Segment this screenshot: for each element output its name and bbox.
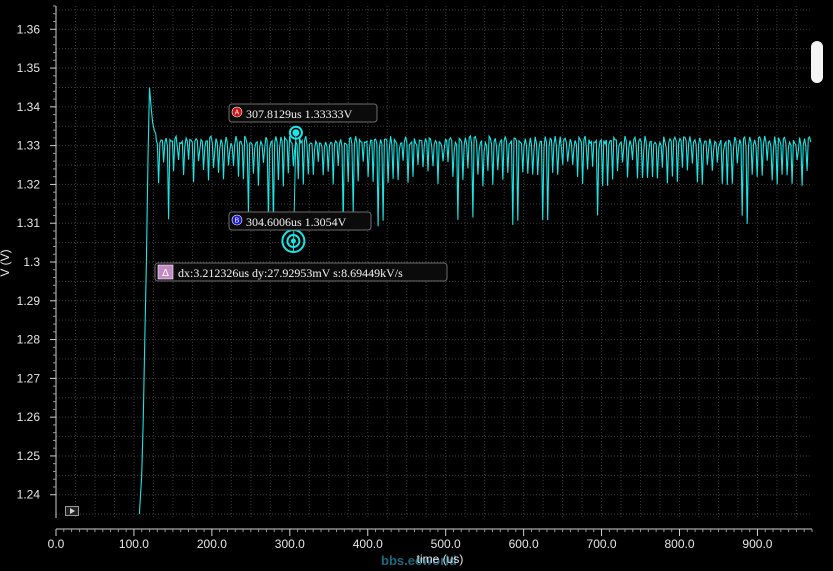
play-button[interactable] bbox=[65, 506, 79, 516]
y-tick-label: 1.26 bbox=[17, 410, 41, 424]
y-tick-label: 1.29 bbox=[17, 294, 41, 308]
chart: 0.0 100.0 200.0 300.0 400.0 500.0 600.0 700.0 80… bbox=[0, 0, 833, 571]
y-tick-label: 1.35 bbox=[17, 61, 41, 75]
y-tick-label: 1.28 bbox=[17, 333, 41, 347]
x-tick-label: 100.0 bbox=[119, 537, 149, 551]
marker-B-badge-letter: B bbox=[235, 218, 240, 225]
x-tick-label: 900.0 bbox=[742, 537, 772, 551]
x-tick-label: 0.0 bbox=[48, 537, 65, 551]
marker-A-badge-letter: A bbox=[235, 110, 240, 117]
x-tick-label: 200.0 bbox=[197, 537, 227, 551]
y-tick-label: 1.27 bbox=[17, 371, 41, 385]
delta-label: dx:3.212326us dy:27.92953mV s:8.69449kV/… bbox=[178, 266, 403, 280]
marker-B-center[interactable] bbox=[290, 238, 296, 244]
marker-A-dot[interactable] bbox=[292, 129, 300, 137]
x-tick-label: 600.0 bbox=[509, 537, 539, 551]
delta-symbol: Δ bbox=[162, 268, 169, 279]
x-tick-label: 500.0 bbox=[431, 537, 461, 551]
x-tick-label: 400.0 bbox=[353, 537, 383, 551]
scrollbar-thumb[interactable] bbox=[811, 41, 823, 83]
y-axis-title: V (V) bbox=[0, 249, 12, 276]
x-axis-title: time (us) bbox=[417, 552, 464, 566]
y-tick-label: 1.36 bbox=[17, 22, 41, 36]
y-tick-label: 1.34 bbox=[17, 100, 41, 114]
y-tick-label: 1.32 bbox=[17, 177, 41, 191]
marker-B-label: 304.6006us 1.3054V bbox=[246, 215, 347, 229]
x-tick-label: 800.0 bbox=[664, 537, 694, 551]
play-icon bbox=[70, 508, 75, 514]
y-tick-label: 1.33 bbox=[17, 139, 41, 153]
y-tick-label: 1.31 bbox=[17, 216, 41, 230]
marker-A-label: 307.8129us 1.33333V bbox=[246, 107, 353, 121]
y-tick-label: 1.25 bbox=[17, 449, 41, 463]
y-tick-label: 1.24 bbox=[17, 488, 41, 502]
x-tick-label: 300.0 bbox=[275, 537, 305, 551]
y-tick-label: 1.3 bbox=[23, 255, 40, 269]
x-tick-label: 700.0 bbox=[587, 537, 617, 551]
